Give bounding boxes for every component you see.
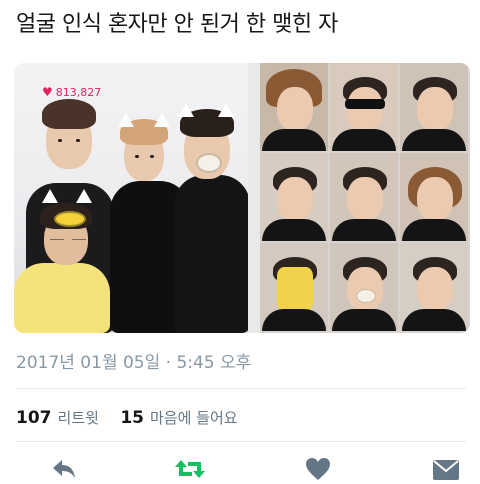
grid-tile <box>400 153 468 241</box>
retweet-count[interactable]: 107 <box>16 408 52 428</box>
grid-tile <box>260 153 328 241</box>
message-icon <box>433 460 459 480</box>
tweet-text: 얼굴 인식 혼자만 안 된거 한 맺힌 자 <box>16 12 338 37</box>
grid-tile <box>330 243 398 331</box>
heart-icon: ♥ <box>42 85 53 99</box>
divider-top <box>16 388 466 389</box>
tweet-timestamp: 2017년 01월 05일 · 5:45 오후 <box>16 353 252 373</box>
media-photo-group-selfie[interactable]: ♥ 813,827 <box>14 63 248 333</box>
divider-bottom <box>16 441 466 442</box>
message-button[interactable] <box>432 458 460 484</box>
grid-tile <box>260 63 328 151</box>
grid-tile <box>260 243 328 331</box>
grid-tile <box>330 63 398 151</box>
photo-like-overlay: ♥ 813,827 <box>42 85 101 99</box>
grid-tile <box>330 153 398 241</box>
tweet-media[interactable]: ♥ 813,827 <box>14 63 470 333</box>
grid-tile <box>400 63 468 151</box>
likes-label[interactable]: 마음에 들어요 <box>150 409 238 427</box>
tweet-stats: 107 리트윗 15 마음에 들어요 <box>16 407 254 428</box>
grid-tile <box>400 243 468 331</box>
likes-count[interactable]: 15 <box>120 408 144 428</box>
retweet-label[interactable]: 리트윗 <box>58 409 99 427</box>
retweet-icon <box>175 460 205 478</box>
reply-button[interactable] <box>50 458 78 484</box>
tweet-actions <box>0 454 480 480</box>
heart-icon <box>306 458 330 480</box>
like-button[interactable] <box>304 458 332 484</box>
media-photo-grid[interactable] <box>260 63 470 333</box>
retweet-button[interactable] <box>174 458 205 484</box>
reply-icon <box>53 460 75 478</box>
photo-like-count: 813,827 <box>55 86 102 99</box>
